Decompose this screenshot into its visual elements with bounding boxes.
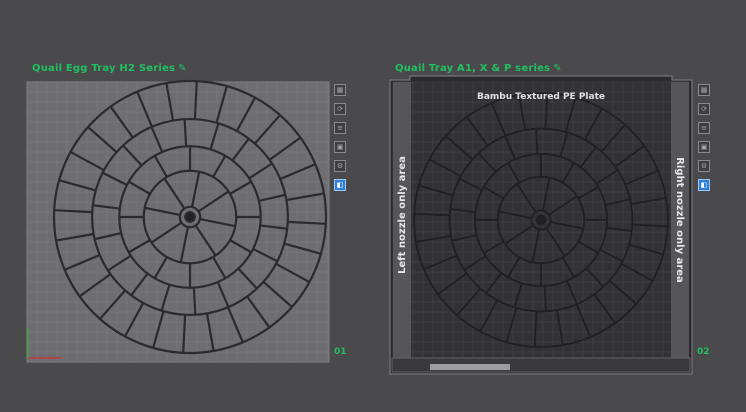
plate-2-plate-name: Bambu Textured PE Plate [477,92,605,102]
plate-2-toolbar: ▦ ⟳ ≡ ▣ ⚙ ◧ [698,84,710,198]
layers-icon[interactable]: ◧ [698,179,710,191]
list-icon[interactable]: ≡ [698,122,710,134]
settings-icon[interactable]: ⚙ [698,160,710,172]
lock-icon[interactable]: ▣ [698,141,710,153]
plate-2-number: 02 [697,347,710,357]
plate-2-left-nozzle-label: Left nozzle only area [397,156,408,274]
plate-2-bed[interactable]: Bambu Textured PE Plate Left nozzle only… [0,0,746,412]
arrange-icon[interactable]: ▦ [698,84,710,96]
orient-icon[interactable]: ⟳ [698,103,710,115]
plate-2-right-nozzle-label: Right nozzle only area [674,157,685,283]
